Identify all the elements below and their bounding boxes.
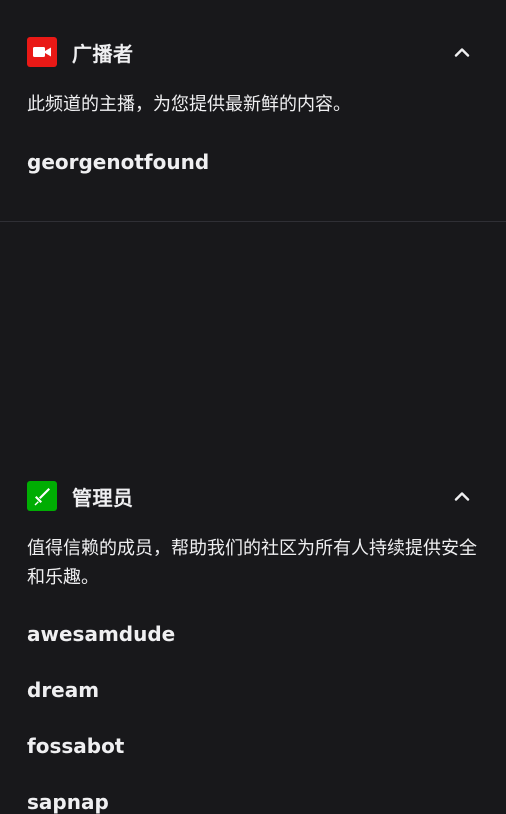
moderator-user[interactable]: sapnap: [27, 790, 109, 814]
broadcaster-header: 广播者: [27, 37, 134, 67]
moderator-user[interactable]: dream: [27, 678, 99, 702]
broadcaster-section: 广播者 此频道的主播，为您提供最新鲜的内容。 georgenotfound: [0, 0, 506, 221]
broadcaster-description: 此频道的主播，为您提供最新鲜的内容。: [27, 94, 351, 115]
collapse-broadcaster-chevron-up-icon[interactable]: [451, 41, 473, 63]
moderators-header: 管理员: [27, 481, 134, 511]
broadcaster-user[interactable]: georgenotfound: [27, 150, 209, 174]
moderator-user[interactable]: awesamdude: [27, 622, 175, 646]
moderators-description: 值得信赖的成员，帮助我们的社区为所有人持续提供安全和乐趣。: [27, 538, 477, 588]
video-camera-icon: [27, 37, 57, 67]
moderators-title: 管理员: [72, 485, 134, 510]
moderator-user[interactable]: fossabot: [27, 734, 124, 758]
broadcaster-title: 广播者: [72, 41, 134, 66]
collapse-moderators-chevron-up-icon[interactable]: [451, 485, 473, 507]
sword-icon: [27, 481, 57, 511]
section-divider: [0, 221, 506, 222]
